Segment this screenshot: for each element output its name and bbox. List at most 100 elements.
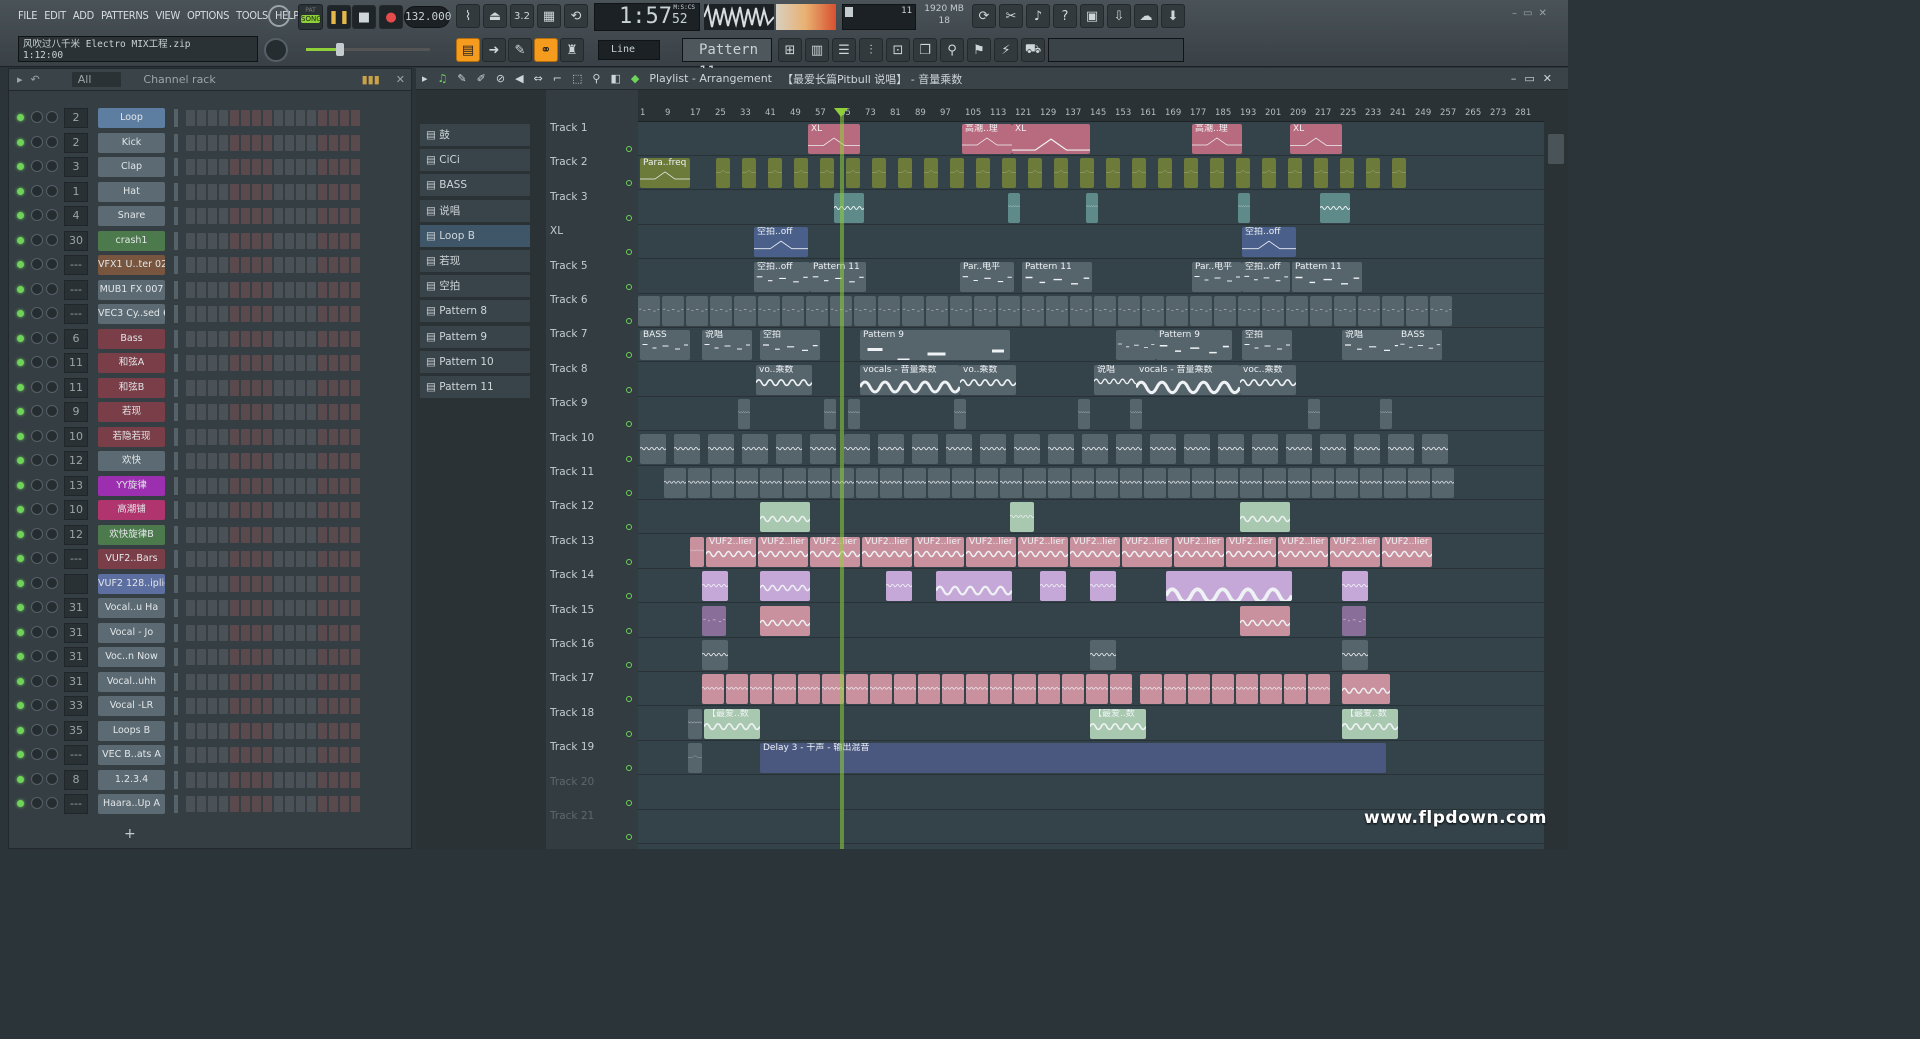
track-header[interactable]: Track 19 xyxy=(550,741,636,775)
step-button[interactable] xyxy=(274,698,283,714)
channel-volume-knob[interactable] xyxy=(46,723,58,736)
channel-volume-knob[interactable] xyxy=(46,160,58,172)
playlist-clip[interactable] xyxy=(742,433,768,464)
step-button[interactable] xyxy=(241,257,250,273)
undo-history-icon[interactable]: ⟳ xyxy=(972,4,996,28)
channel-row[interactable]: 11 和弦B xyxy=(13,377,397,399)
playlist-clip[interactable] xyxy=(980,433,1006,464)
channel-pan-knob[interactable] xyxy=(31,503,43,515)
step-button[interactable] xyxy=(186,134,195,151)
playlist-clip[interactable] xyxy=(1210,158,1224,189)
chat-icon[interactable]: ☁ xyxy=(1134,4,1158,28)
step-button[interactable] xyxy=(296,355,305,371)
stamp-icon[interactable]: ♜ xyxy=(560,38,584,62)
playlist-clip[interactable] xyxy=(736,468,758,498)
step-button[interactable] xyxy=(219,330,228,347)
step-button[interactable] xyxy=(329,257,338,273)
track-header[interactable]: Track 3 xyxy=(550,191,636,225)
step-button[interactable] xyxy=(340,600,349,616)
step-button[interactable] xyxy=(274,134,283,151)
playlist-clip[interactable]: Para..freq xyxy=(640,158,690,189)
step-button[interactable] xyxy=(263,110,272,126)
channel-select-indicator[interactable] xyxy=(174,329,178,348)
channel-select-indicator[interactable] xyxy=(174,256,178,274)
menu-patterns[interactable]: PATTERNS xyxy=(101,9,149,22)
channel-row[interactable]: 2 Loop xyxy=(13,107,397,129)
step-button[interactable] xyxy=(230,600,239,616)
step-button[interactable] xyxy=(197,575,206,592)
step-button[interactable] xyxy=(307,232,316,249)
step-button[interactable] xyxy=(252,575,261,592)
step-button[interactable] xyxy=(263,134,272,151)
channel-name-button[interactable]: 若隐若现 xyxy=(98,426,165,447)
step-button[interactable] xyxy=(263,208,272,224)
playlist-clip[interactable] xyxy=(1284,674,1306,705)
wait-for-input-icon[interactable]: ⏏ xyxy=(483,4,507,28)
track-enable-icon[interactable] xyxy=(626,146,632,152)
track-enable-icon[interactable] xyxy=(626,627,632,634)
channel-row[interactable]: --- Haara..Up A xyxy=(13,793,397,815)
step-button[interactable] xyxy=(219,134,228,151)
step-button[interactable] xyxy=(351,159,360,175)
playlist-clip[interactable] xyxy=(1320,433,1346,464)
step-button[interactable] xyxy=(340,796,349,812)
step-button[interactable] xyxy=(197,698,206,714)
channel-row[interactable]: 4 Snare xyxy=(13,205,397,227)
channel-pan-knob[interactable] xyxy=(31,184,43,197)
step-button[interactable] xyxy=(307,551,316,567)
step-button[interactable] xyxy=(318,600,327,616)
step-button[interactable] xyxy=(197,551,206,567)
channel-volume-knob[interactable] xyxy=(46,331,58,344)
step-button[interactable] xyxy=(263,649,272,665)
step-button[interactable] xyxy=(252,649,261,665)
step-button[interactable] xyxy=(263,551,272,567)
playlist-clip[interactable] xyxy=(806,296,828,326)
step-button[interactable] xyxy=(318,722,327,739)
master-pitch-slider[interactable] xyxy=(306,43,430,56)
channel-pan-knob[interactable] xyxy=(31,233,43,246)
channel-mixer-track[interactable]: 3 xyxy=(64,157,88,177)
zoom-icon[interactable]: ⚲ xyxy=(592,72,600,85)
step-button[interactable] xyxy=(208,747,217,763)
channel-row[interactable]: 31 Voc..n Now xyxy=(13,646,397,668)
channel-volume-knob[interactable] xyxy=(46,405,58,417)
step-button[interactable] xyxy=(296,281,305,298)
channel-volume-knob[interactable] xyxy=(46,184,58,197)
step-button[interactable] xyxy=(307,673,316,690)
step-button[interactable] xyxy=(186,600,195,616)
step-button[interactable] xyxy=(241,110,250,126)
step-button[interactable] xyxy=(351,404,360,420)
playlist-clip[interactable] xyxy=(974,296,996,326)
playlist-clip[interactable] xyxy=(918,674,940,705)
step-button[interactable] xyxy=(329,502,338,518)
channel-mixer-track[interactable]: 35 xyxy=(64,720,88,741)
step-button[interactable] xyxy=(230,281,239,298)
step-button[interactable] xyxy=(241,600,250,616)
step-button[interactable] xyxy=(307,722,316,739)
channel-pan-knob[interactable] xyxy=(31,454,43,466)
channel-row[interactable]: 6 Bass xyxy=(13,328,397,350)
playlist-clip[interactable]: 高潮..理 xyxy=(1192,124,1242,154)
step-button[interactable] xyxy=(252,183,261,200)
step-button[interactable] xyxy=(318,183,327,200)
playlist-clip[interactable] xyxy=(1080,158,1094,189)
playlist-clip[interactable] xyxy=(1406,296,1428,326)
step-button[interactable] xyxy=(230,771,239,788)
step-button[interactable] xyxy=(274,453,283,469)
step-button[interactable] xyxy=(219,722,228,739)
channel-name-button[interactable]: 高潮铺 xyxy=(98,500,165,520)
step-button[interactable] xyxy=(208,624,217,641)
channel-mixer-track[interactable]: 12 xyxy=(64,451,88,471)
track-enable-icon[interactable] xyxy=(626,524,632,531)
playlist-clip[interactable]: XL xyxy=(1290,124,1342,154)
playlist-clip[interactable] xyxy=(880,468,902,498)
step-button[interactable] xyxy=(197,796,206,812)
step-button[interactable] xyxy=(329,379,338,396)
step-button[interactable] xyxy=(230,232,239,249)
pattern-picker-item[interactable]: ▤ CiCi xyxy=(420,149,530,172)
step-button[interactable] xyxy=(307,747,316,763)
channel-name-button[interactable]: Loops B xyxy=(98,720,165,741)
step-button[interactable] xyxy=(197,232,206,249)
step-button[interactable] xyxy=(186,110,195,126)
step-button[interactable] xyxy=(351,771,360,788)
